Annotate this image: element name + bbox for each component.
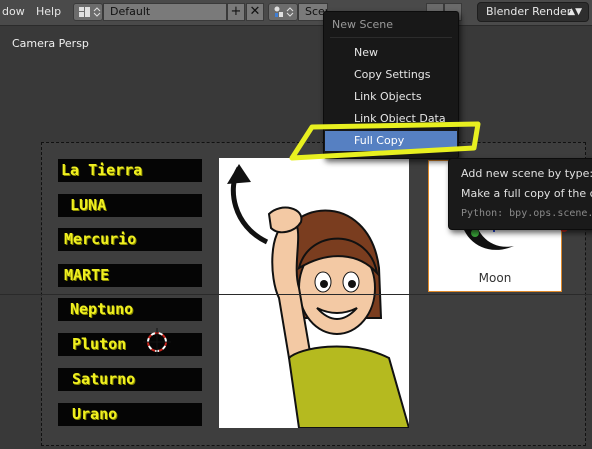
planet-text: Neptuno xyxy=(70,300,134,318)
render-engine-value: Blender Render xyxy=(486,5,572,18)
menu-window[interactable]: dow xyxy=(2,5,25,18)
info-header: dow Help Default + ✕ Scen Blender Render… xyxy=(0,0,592,26)
add-layout-button[interactable]: + xyxy=(227,3,245,21)
menu-item-full-copy[interactable]: Full Copy xyxy=(325,131,457,151)
menu-item-link-object-data[interactable]: Link Object Data xyxy=(325,109,457,129)
screen-layout-icon-button[interactable] xyxy=(73,3,103,21)
new-scene-menu-title: New Scene xyxy=(332,18,394,31)
planet-label-luna[interactable]: LUNA xyxy=(58,194,202,217)
new-scene-menu: New Scene New Copy Settings Link Objects… xyxy=(323,11,459,159)
planet-label-mercurio[interactable]: Mercurio xyxy=(58,228,202,251)
planet-text: MARTE xyxy=(64,266,110,284)
tooltip-title: Add new scene by type: F xyxy=(461,167,592,180)
planet-label-tierra[interactable]: La Tierra xyxy=(58,159,202,182)
menu-item-copy-settings[interactable]: Copy Settings xyxy=(325,65,457,85)
planet-label-pluton[interactable]: Pluton xyxy=(58,333,202,356)
tooltip-description: Make a full copy of the cur xyxy=(461,187,592,200)
planet-text: La Tierra xyxy=(61,161,143,179)
tooltip-python: Python: bpy.ops.scene. xyxy=(461,208,592,219)
viewport-view-label: Camera Persp xyxy=(12,37,89,50)
planet-label-neptuno[interactable]: Neptuno xyxy=(58,298,202,321)
scene-icon xyxy=(274,6,294,17)
updown-arrow-icon: ▲▼ xyxy=(568,7,582,17)
planet-text: Urano xyxy=(72,405,118,423)
menu-separator xyxy=(330,37,452,38)
menu-item-link-objects[interactable]: Link Objects xyxy=(325,87,457,107)
full-copy-tooltip: Add new scene by type: F Make a full cop… xyxy=(448,158,592,230)
tooltip-title-text: Add new scene by type: xyxy=(461,167,592,180)
menu-help[interactable]: Help xyxy=(36,5,61,18)
girl-image-plane[interactable] xyxy=(219,158,409,428)
remove-layout-button[interactable]: ✕ xyxy=(246,3,264,21)
menu-item-new[interactable]: New xyxy=(325,43,457,63)
render-engine-select[interactable]: Blender Render ▲▼ xyxy=(477,2,589,22)
planet-text: Pluton xyxy=(72,335,127,353)
planet-text: Mercurio xyxy=(64,230,137,248)
planet-text: LUNA xyxy=(70,196,107,214)
planet-label-urano[interactable]: Urano xyxy=(58,403,202,426)
screen-layout-field[interactable]: Default xyxy=(103,3,227,21)
scene-icon-button[interactable] xyxy=(268,3,298,21)
planet-label-marte[interactable]: MARTE xyxy=(58,264,202,287)
girl-illustration xyxy=(227,164,409,428)
moon-label: Moon xyxy=(478,271,512,285)
layout-grid-icon xyxy=(79,7,101,17)
planet-label-saturno[interactable]: Saturno xyxy=(58,368,202,391)
planet-text: Saturno xyxy=(72,370,136,388)
viewport-horizon-line xyxy=(0,294,592,295)
